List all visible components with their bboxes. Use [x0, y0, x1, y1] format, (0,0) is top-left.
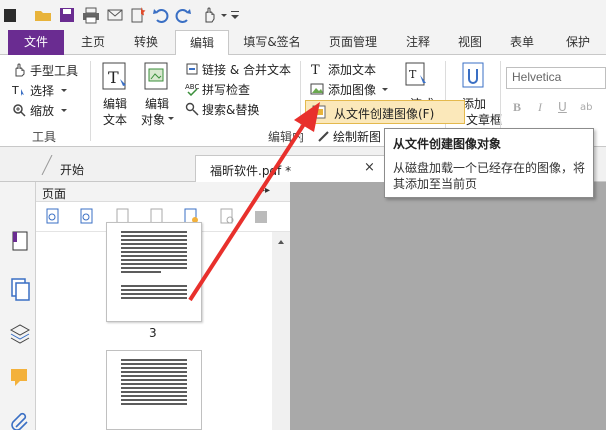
font-name-combobox[interactable]: Helvetica: [506, 67, 606, 89]
zoom-icon: [13, 104, 26, 117]
svg-text:T: T: [12, 84, 19, 97]
edit-text-label-2[interactable]: 文本: [103, 111, 127, 128]
bold-icon[interactable]: B: [513, 100, 521, 115]
page-thumbnail[interactable]: [106, 350, 202, 430]
edit-object-icon: [144, 62, 168, 90]
delete-page-icon[interactable]: [218, 208, 236, 226]
underline-icon[interactable]: U: [558, 100, 567, 114]
italic-icon[interactable]: I: [538, 100, 542, 115]
image-from-file-icon: [312, 105, 326, 119]
group-divider: [90, 61, 91, 141]
pages-icon[interactable]: [9, 277, 31, 301]
tab-home[interactable]: 主页: [70, 30, 116, 55]
select-button[interactable]: 选择: [30, 82, 54, 99]
edit-text-icon: T: [102, 62, 126, 90]
group-divider: [300, 61, 301, 141]
pages-panel-title: 页面: [42, 187, 67, 201]
document-tab-title: 福昕软件.pdf *: [210, 164, 292, 178]
add-text-icon: T: [311, 63, 320, 76]
edit-object-label-2[interactable]: 对象: [141, 111, 165, 128]
tab-protect[interactable]: 保护: [556, 30, 600, 55]
chevron-down-icon[interactable]: [167, 115, 175, 123]
app-logo-icon: [4, 9, 16, 22]
add-image-dropdown-item[interactable]: 从文件创建图像(F): [305, 100, 465, 124]
hand-icon: [15, 63, 25, 77]
tab-fill-sign[interactable]: 填写&签名: [234, 30, 310, 55]
quick-access-toolbar: [0, 0, 606, 30]
chevron-down-icon[interactable]: [381, 86, 389, 94]
chevron-down-icon[interactable]: [220, 6, 228, 24]
scroll-up-icon[interactable]: [277, 238, 285, 246]
spell-check-button[interactable]: 拼写检查: [202, 81, 250, 98]
tooltip-body: 从磁盘加载一个已经存在的图像，将其添加至当前页: [393, 161, 586, 191]
page-thumbnail[interactable]: [106, 222, 202, 322]
typewriter-icon: T: [405, 62, 426, 86]
page-number-label: 3: [149, 326, 157, 340]
edit-object-label-1[interactable]: 编辑: [145, 95, 169, 112]
article-box-icon: [462, 62, 484, 88]
add-text-button[interactable]: 添加文本: [328, 61, 376, 78]
svg-text:T: T: [409, 68, 417, 81]
add-article-label-1[interactable]: 添加: [462, 95, 486, 112]
email-icon[interactable]: [106, 6, 124, 24]
select-text-icon: T: [12, 84, 24, 97]
search-replace-icon: [185, 102, 199, 116]
attachment-icon[interactable]: [10, 410, 30, 430]
link-icon: [186, 63, 198, 75]
document-tab-active[interactable]: 福昕软件.pdf * ×: [195, 155, 385, 183]
strikethrough-icon[interactable]: ab: [580, 102, 592, 113]
chevron-down-icon[interactable]: [60, 87, 68, 95]
add-article-label-2[interactable]: 文章框: [466, 111, 502, 128]
pages-panel: 页面 ▸▸ 3: [36, 182, 290, 430]
tab-comment[interactable]: 注释: [398, 30, 438, 55]
chevron-down-icon[interactable]: [60, 107, 68, 115]
tab-separator-icon: [41, 155, 53, 175]
link-merge-button[interactable]: 链接 & 合并文本: [202, 61, 291, 78]
customize-menu-icon[interactable]: [230, 6, 240, 24]
tab-view[interactable]: 视图: [450, 30, 490, 55]
draw-new-image-button[interactable]: 绘制新图: [333, 128, 381, 145]
zoom-button[interactable]: 缩放: [30, 102, 54, 119]
tooltip-title: 从文件创建图像对象: [393, 137, 502, 151]
bookmark-icon[interactable]: [10, 230, 30, 252]
save-icon[interactable]: [58, 6, 76, 24]
zoom-out-page-icon[interactable]: [78, 208, 96, 226]
tab-edit[interactable]: 编辑: [175, 30, 229, 56]
add-image-icon: [310, 83, 324, 95]
undo-icon[interactable]: [152, 6, 170, 24]
layers-icon[interactable]: [9, 322, 31, 344]
tab-start[interactable]: 开始: [60, 161, 84, 178]
close-tab-icon[interactable]: ×: [364, 160, 375, 175]
page-properties-icon[interactable]: [252, 208, 270, 226]
tab-page-manage[interactable]: 页面管理: [318, 30, 388, 55]
draw-shape-icon: [318, 131, 329, 142]
svg-text:T: T: [108, 68, 119, 87]
group-label-tools: 工具: [32, 130, 57, 144]
add-image-button[interactable]: 添加图像: [328, 81, 376, 98]
tab-file[interactable]: 文件: [8, 30, 64, 55]
comments-icon[interactable]: [9, 366, 31, 388]
spell-check-icon: ABC: [185, 83, 199, 96]
navigation-sidebar: [0, 182, 36, 430]
redo-icon[interactable]: [174, 6, 192, 24]
search-replace-button[interactable]: 搜索&替换: [202, 101, 259, 118]
create-image-from-file-label[interactable]: 从文件创建图像(F): [334, 105, 434, 122]
new-icon[interactable]: [128, 6, 146, 24]
tab-form[interactable]: 表单: [502, 30, 542, 55]
hand-tool-icon[interactable]: [200, 6, 218, 24]
pages-panel-header: 页面 ▸▸: [36, 182, 290, 202]
document-view[interactable]: [290, 182, 606, 430]
collapse-panel-icon[interactable]: ▸▸: [260, 185, 270, 196]
svg-text:T: T: [311, 63, 320, 76]
tab-convert[interactable]: 转换: [122, 30, 170, 55]
zoom-in-page-icon[interactable]: [44, 208, 62, 226]
ribbon-tab-bar: 文件 主页 转换 编辑 填写&签名 页面管理 注释 视图 表单 保护: [0, 30, 606, 56]
scrollbar[interactable]: [272, 232, 290, 430]
group-label-edit: 编辑内: [268, 130, 305, 144]
hand-tool-button[interactable]: 手型工具: [30, 62, 78, 79]
tooltip: 从文件创建图像对象 从磁盘加载一个已经存在的图像，将其添加至当前页: [384, 128, 594, 198]
edit-text-label-1[interactable]: 编辑: [103, 95, 127, 112]
print-icon[interactable]: [82, 6, 100, 24]
open-folder-icon[interactable]: [34, 6, 52, 24]
